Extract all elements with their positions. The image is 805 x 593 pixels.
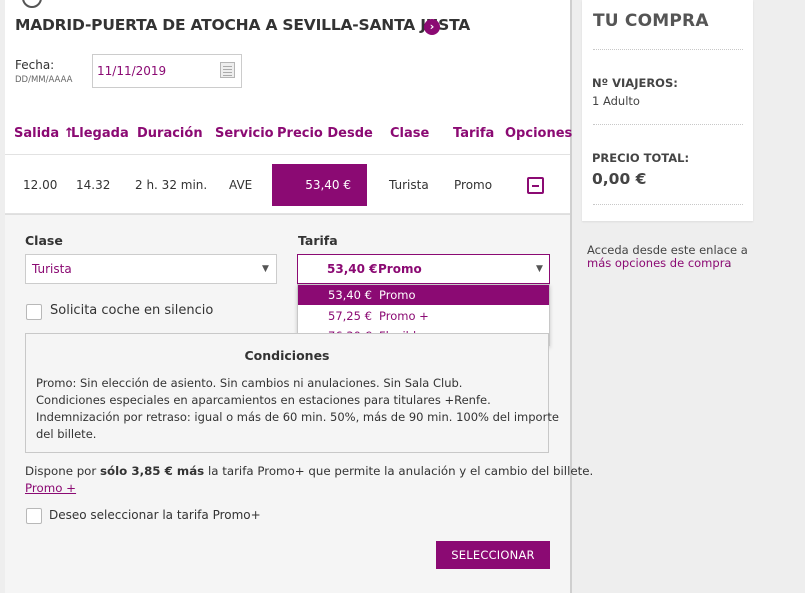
header-clase: Clase xyxy=(390,126,430,141)
more-options-suffix: . xyxy=(728,256,732,270)
detail-divider xyxy=(5,214,570,215)
tarifa-selected-name: Promo xyxy=(378,262,422,276)
upsell-prefix: Dispone por xyxy=(25,464,101,478)
header-servicio[interactable]: Servicio xyxy=(215,126,274,141)
date-label: Fecha: xyxy=(15,58,55,72)
header-duracion[interactable]: Duración xyxy=(137,126,203,141)
option-name: Promo xyxy=(379,288,416,302)
cell-duracion: 2 h. 32 min. xyxy=(135,178,208,192)
condition-line: Promo: Sin elección de asiento. Sin camb… xyxy=(36,376,463,390)
promo-plus-checkbox-label: Deseo seleccionar la tarifa Promo+ xyxy=(49,508,261,522)
arrow-right-icon[interactable]: › xyxy=(424,19,440,35)
header-llegada[interactable]: Llegada xyxy=(71,126,129,141)
cell-llegada: 14.32 xyxy=(76,178,111,192)
condition-line: Indemnización por retraso: igual o más d… xyxy=(36,410,559,424)
travellers-value: 1 Adulto xyxy=(592,94,640,108)
header-tarifa: Tarifa xyxy=(453,126,495,141)
header-precio[interactable]: Precio Desde xyxy=(277,126,373,141)
total-value: 0,00 € xyxy=(592,170,647,188)
header-salida[interactable]: Salida ↑ xyxy=(14,126,75,141)
more-options-text: Acceda desde este enlace a xyxy=(587,243,748,257)
option-price: 53,40 € xyxy=(328,288,372,302)
promo-plus-checkbox[interactable] xyxy=(26,508,42,524)
caret-down-icon: ▼ xyxy=(536,264,543,274)
summary-title: TU COMPRA xyxy=(593,11,709,31)
promo-plus-link[interactable]: Promo + xyxy=(25,481,76,495)
upsell-suffix: la tarifa Promo+ que permite la anulació… xyxy=(204,464,594,478)
tarifa-option-promo[interactable]: 53,40 € Promo xyxy=(298,285,549,305)
cell-salida: 12.00 xyxy=(23,178,58,192)
travellers-label: Nº VIAJEROS: xyxy=(592,76,678,90)
clase-label: Clase xyxy=(25,233,63,248)
cell-clase: Turista xyxy=(389,178,429,192)
condition-line: Condiciones especiales en aparcamientos … xyxy=(36,393,491,407)
option-price: 57,25 € xyxy=(328,309,372,323)
clase-select[interactable]: Turista xyxy=(25,254,277,284)
more-options-link[interactable]: más opciones de compra xyxy=(587,256,731,270)
option-name: Promo + xyxy=(379,309,429,323)
caret-down-icon: ▼ xyxy=(262,264,269,274)
cell-tarifa: Promo xyxy=(454,178,493,192)
price-button[interactable]: 53,40 € xyxy=(272,164,367,206)
conditions-title: Condiciones xyxy=(244,348,330,363)
tarifa-option-promo-plus[interactable]: 57,25 € Promo + xyxy=(298,306,549,326)
divider xyxy=(593,204,743,205)
header-opciones: Opciones xyxy=(505,126,573,141)
tarifa-selected-price: 53,40 € xyxy=(327,262,378,276)
upsell-amount: sólo 3,85 € más xyxy=(100,464,205,478)
collapse-icon[interactable] xyxy=(527,177,544,194)
select-button[interactable]: SELECCIONAR xyxy=(436,541,550,569)
total-label: PRECIO TOTAL: xyxy=(592,151,690,165)
condition-line: del billete. xyxy=(36,427,97,441)
row-divider xyxy=(5,154,570,155)
scrollbar[interactable] xyxy=(570,0,572,593)
route-title: MADRID-PUERTA DE ATOCHA A SEVILLA-SANTA … xyxy=(15,16,471,34)
divider xyxy=(593,49,743,50)
cell-servicio: AVE xyxy=(229,178,253,192)
tarifa-label: Tarifa xyxy=(298,233,338,248)
calendar-icon[interactable] xyxy=(220,62,235,78)
upsell-text: Dispone por sólo 3,85 € más la tarifa Pr… xyxy=(25,464,593,478)
silencio-label: Solicita coche en silencio xyxy=(50,303,214,318)
divider xyxy=(593,124,743,125)
date-format-hint: DD/MM/AAAA xyxy=(15,75,73,85)
silencio-checkbox[interactable] xyxy=(26,304,42,320)
